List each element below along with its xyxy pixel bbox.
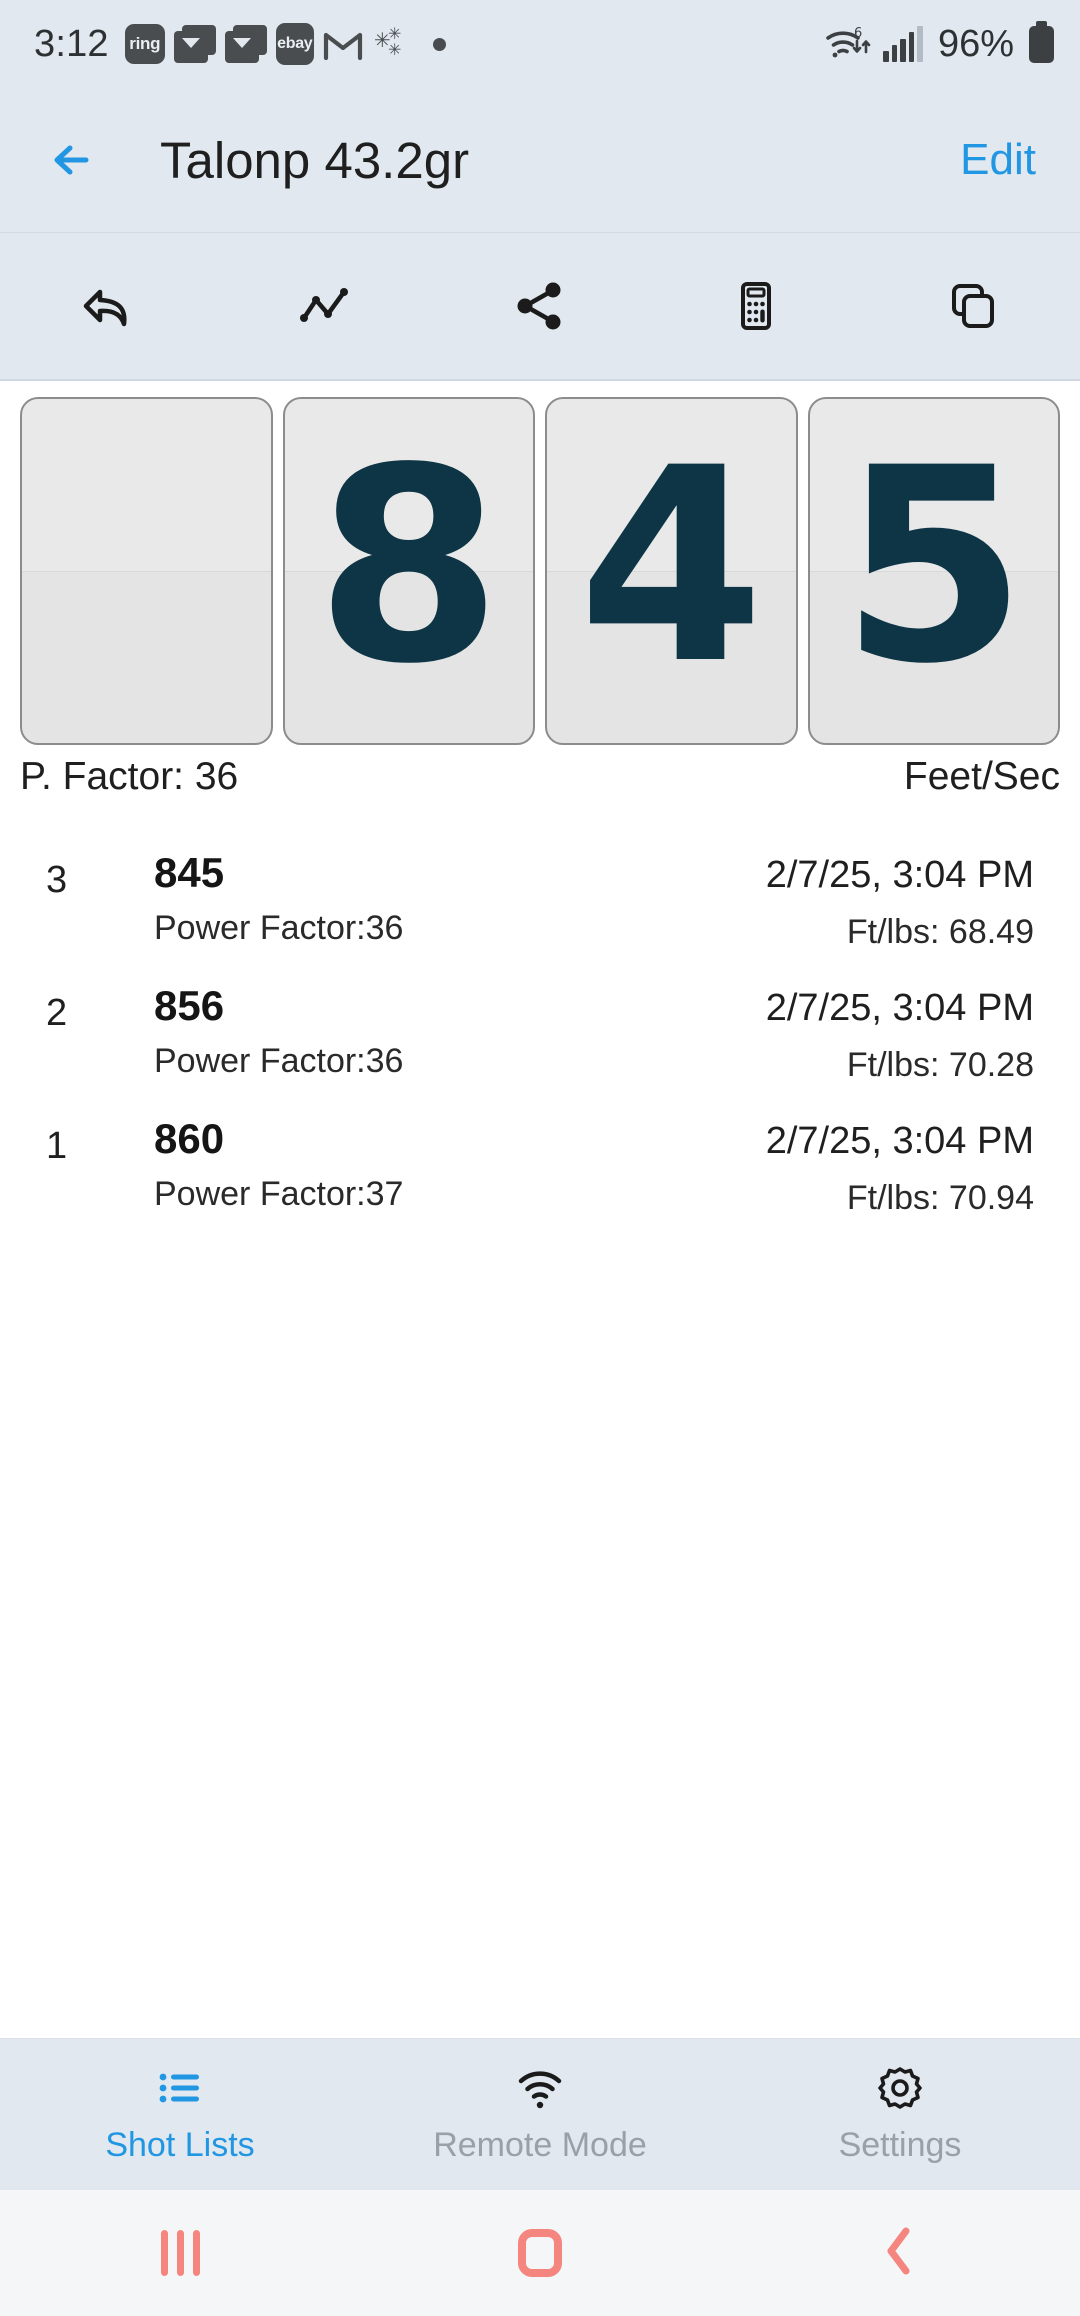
wifi-6-icon: 6: [824, 24, 872, 64]
shot-power-factor: Power Factor:36: [154, 1042, 404, 1081]
readout-labels: P. Factor: 36 Feet/Sec: [0, 745, 1080, 799]
shot-index: 2: [46, 992, 68, 1034]
app-header: Talonp 43.2gr Edit: [0, 88, 1080, 233]
power-factor-label: P. Factor: 36: [20, 755, 239, 798]
cellular-signal-icon: [882, 26, 923, 62]
digit-panel-2: 8: [282, 397, 535, 745]
undo-icon[interactable]: [0, 233, 216, 379]
edit-button[interactable]: Edit: [960, 135, 1036, 185]
line-chart-icon[interactable]: [216, 233, 432, 379]
shot-speed: 860: [154, 1115, 225, 1162]
action-toolbar: [0, 233, 1080, 381]
shot-energy: Ft/lbs: 70.28: [846, 1045, 1034, 1084]
speed-readout: 8 4 5: [0, 381, 1080, 745]
status-bar: 3:12 ring ebay ✳ ✳ ✳ 6 96%: [0, 0, 1080, 88]
table-row[interactable]: 3 845 Power Factor:36 2/7/25, 3:04 PM Ft…: [0, 849, 1080, 984]
tab-shot-lists[interactable]: Shot Lists: [0, 2039, 360, 2190]
digit-value-4: 5: [840, 411, 1027, 723]
digit-panels: 8 4 5: [20, 397, 1060, 745]
shot-timestamp: 2/7/25, 3:04 PM: [765, 987, 1034, 1029]
tab-remote-mode[interactable]: Remote Mode: [360, 2039, 720, 2190]
shot-meta: 2/7/25, 3:04 PM Ft/lbs: 70.94: [766, 1117, 1034, 1218]
digit-value-3: 4: [578, 411, 765, 723]
ebay-notification-icon: ebay: [275, 23, 314, 65]
app-screen: 3:12 ring ebay ✳ ✳ ✳ 6 96% Talonp 43.2gr…: [0, 0, 1080, 2316]
svg-text:✳: ✳: [388, 40, 401, 59]
table-row[interactable]: 2 856 Power Factor:36 2/7/25, 3:04 PM Ft…: [0, 982, 1080, 1117]
more-notifications-dot: [432, 37, 446, 51]
shot-main: 845 Power Factor:36: [102, 849, 766, 948]
digit-panel-3: 4: [545, 397, 798, 745]
copy-icon[interactable]: [864, 233, 1080, 379]
list-icon: [156, 2064, 204, 2112]
shot-energy: Ft/lbs: 70.94: [846, 1178, 1034, 1217]
shot-speed: 856: [154, 982, 225, 1029]
shot-list: 3 845 Power Factor:36 2/7/25, 3:04 PM Ft…: [0, 799, 1080, 2038]
page-title: Talonp 43.2gr: [160, 131, 470, 189]
share-icon[interactable]: [432, 233, 648, 379]
nav-recents-button[interactable]: [0, 2190, 360, 2316]
shot-meta: 2/7/25, 3:04 PM Ft/lbs: 68.49: [766, 851, 1034, 952]
sparkle-notification-icon: ✳ ✳ ✳: [372, 24, 412, 63]
gear-icon: [876, 2064, 924, 2112]
recents-icon: [160, 2230, 200, 2276]
tab-label: Shot Lists: [105, 2126, 255, 2164]
table-row[interactable]: 1 860 Power Factor:37 2/7/25, 3:04 PM Ft…: [0, 1115, 1080, 1250]
unit-label: Feet/Sec: [903, 755, 1060, 798]
shot-energy: Ft/lbs: 68.49: [846, 912, 1034, 951]
shot-timestamp: 2/7/25, 3:04 PM: [765, 1120, 1034, 1162]
shot-power-factor: Power Factor:37: [154, 1175, 404, 1214]
android-nav-bar: [0, 2190, 1080, 2316]
tab-label: Settings: [838, 2126, 962, 2164]
shot-main: 860 Power Factor:37: [102, 1115, 766, 1214]
digit-value-2: 8: [315, 411, 502, 723]
gmail-notification-icon: [323, 25, 363, 63]
status-bar-clock: 3:12: [34, 22, 109, 65]
bottom-tab-bar: Shot Lists Remote Mode Settings: [0, 2038, 1080, 2190]
wifi-icon: [514, 2064, 566, 2112]
tab-label: Remote Mode: [433, 2126, 647, 2164]
digit-panel-1: [20, 397, 273, 745]
calculator-icon[interactable]: [648, 233, 864, 379]
back-arrow-icon[interactable]: [46, 132, 102, 188]
shot-meta: 2/7/25, 3:04 PM Ft/lbs: 70.28: [766, 984, 1034, 1085]
shot-timestamp: 2/7/25, 3:04 PM: [765, 854, 1034, 896]
mail-notification-icon: [173, 25, 216, 63]
nav-back-button[interactable]: [720, 2190, 1080, 2316]
digit-panel-4: 5: [807, 397, 1060, 745]
home-icon: [518, 2229, 562, 2277]
ring-notification-icon: ring: [124, 24, 165, 64]
notification-icons: ring ebay ✳ ✳ ✳: [124, 23, 446, 65]
svg-text:6: 6: [854, 26, 862, 41]
shot-index: 1: [46, 1125, 68, 1167]
battery-percent-label: 96%: [937, 22, 1014, 65]
tab-settings[interactable]: Settings: [720, 2039, 1080, 2190]
shot-speed: 845: [154, 849, 225, 896]
shot-main: 856 Power Factor:36: [102, 982, 766, 1081]
nav-home-button[interactable]: [360, 2190, 720, 2316]
shot-power-factor: Power Factor:36: [154, 909, 404, 948]
shot-index: 3: [46, 859, 68, 901]
battery-icon: [1029, 20, 1054, 63]
mail-notification-icon-2: [224, 25, 267, 63]
back-chevron-icon: [878, 2223, 922, 2284]
status-bar-system-icons: 6 96%: [824, 20, 1054, 66]
